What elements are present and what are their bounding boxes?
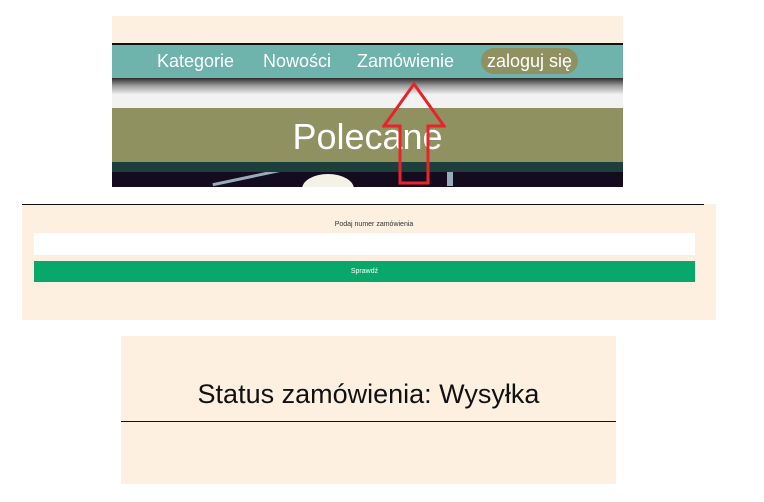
hero-moon: [302, 174, 354, 187]
nav-link-nowosci[interactable]: Nowości: [263, 50, 331, 72]
hero-image: [112, 172, 623, 187]
annotation-arrow-icon: [382, 82, 446, 185]
status-divider: [121, 421, 616, 422]
section-title: Polecane: [292, 116, 443, 157]
hero-streak: [212, 172, 282, 187]
hero-spark: [447, 172, 453, 186]
order-form-panel: Podaj numer zamówienia Sprawdź: [22, 204, 716, 320]
form-divider: [22, 204, 704, 205]
nav-link-zamowienie[interactable]: Zamówienie: [357, 50, 454, 72]
login-button[interactable]: zaloguj się: [481, 48, 579, 74]
order-number-input[interactable]: [34, 233, 695, 255]
navbar: Kategorie Nowości Zamówienie zaloguj się: [112, 45, 623, 78]
site-header-panel: Kategorie Nowości Zamówienie zaloguj się…: [112, 16, 623, 187]
order-number-label: Podaj numer zamówienia: [334, 221, 414, 228]
order-status-text: Status zamówienia: Wysyłka: [197, 379, 540, 409]
section-bar: Polecane: [112, 108, 623, 162]
check-button[interactable]: Sprawdź: [34, 261, 695, 282]
section-divider: [112, 162, 623, 172]
order-status-panel: Status zamówienia: Wysyłka: [121, 336, 616, 484]
nav-link-kategorie[interactable]: Kategorie: [157, 50, 234, 72]
header-shadow: [112, 78, 623, 108]
